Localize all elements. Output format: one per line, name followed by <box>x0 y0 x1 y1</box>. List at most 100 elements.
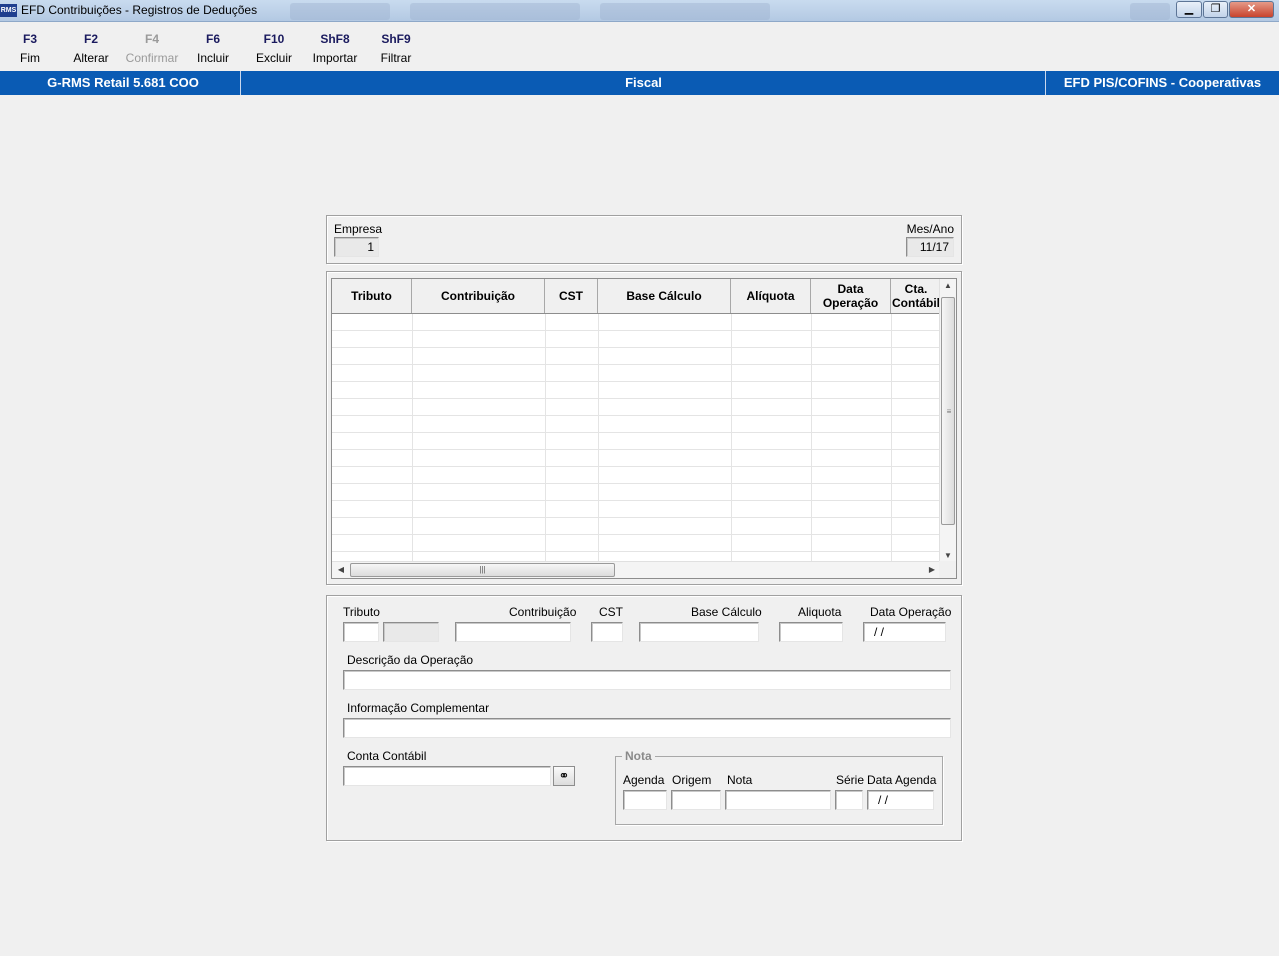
table-row[interactable] <box>332 501 941 518</box>
table-row[interactable] <box>332 467 941 484</box>
scroll-down-icon[interactable]: ▼ <box>940 551 956 560</box>
info-complementar-field[interactable] <box>343 718 951 738</box>
data-agenda-label: Data Agenda <box>867 773 937 787</box>
table-row[interactable] <box>332 433 941 450</box>
title-bar: RMS EFD Contribuições - Registros de Ded… <box>0 0 1279 22</box>
filtrar-button[interactable]: ShF9 Filtrar <box>365 30 427 66</box>
minimize-icon: ▁ <box>1184 3 1194 15</box>
column-header-contribuicao[interactable]: Contribuição <box>412 279 545 313</box>
column-divider <box>731 314 732 562</box>
table-header: Tributo Contribuição CST Base Cálculo Al… <box>332 279 941 314</box>
scroll-left-icon[interactable]: ◀ <box>333 565 349 574</box>
contribuicao-label: Contribuição <box>509 605 577 619</box>
close-icon: ✕ <box>1246 3 1257 15</box>
table-row[interactable] <box>332 331 941 348</box>
column-divider <box>545 314 546 562</box>
fkey-label: Alterar <box>73 51 109 65</box>
table-row[interactable] <box>332 535 941 552</box>
importar-button[interactable]: ShF8 Importar <box>304 30 366 66</box>
table-row[interactable] <box>332 382 941 399</box>
nota-groupbox: Nota Agenda Origem Nota Série Data Agend… <box>615 749 943 825</box>
data-agenda-field[interactable]: / / <box>867 790 934 810</box>
aliquota-field[interactable] <box>779 622 843 642</box>
restore-button[interactable]: ❐ <box>1203 1 1228 18</box>
deductions-table[interactable]: Tributo Contribuição CST Base Cálculo Al… <box>331 278 957 579</box>
cst-field[interactable] <box>591 622 623 642</box>
base-calculo-field[interactable] <box>639 622 759 642</box>
alterar-button[interactable]: F2 Alterar <box>60 30 122 66</box>
table-row[interactable] <box>332 348 941 365</box>
table-row[interactable] <box>332 399 941 416</box>
fkey-label: Importar <box>312 51 358 65</box>
table-row[interactable] <box>332 518 941 535</box>
program-name: EFD PIS/COFINS - Cooperativas <box>1063 75 1262 90</box>
mesano-field[interactable]: 11/17 <box>906 237 954 257</box>
empresa-label: Empresa <box>334 222 383 236</box>
conta-contabil-label: Conta Contábil <box>347 749 427 763</box>
fkey-code: ShF8 <box>320 32 350 46</box>
fkey-code: F6 <box>205 32 220 46</box>
fkey-label: Confirmar <box>125 51 179 65</box>
column-header-data-operacao[interactable]: Data Operação <box>811 279 891 313</box>
nota-group-title: Nota <box>622 749 655 763</box>
contribuicao-field[interactable] <box>455 622 571 642</box>
column-header-cta-contabil[interactable]: Cta. Contábil <box>891 279 941 313</box>
window-title: EFD Contribuições - Registros de Deduçõe… <box>21 3 258 17</box>
module-name: Fiscal <box>625 75 662 90</box>
serie-field[interactable] <box>835 790 863 810</box>
empresa-field[interactable]: 1 <box>334 237 379 257</box>
scroll-up-icon[interactable]: ▲ <box>940 281 956 290</box>
detail-panel: Tributo Contribuição CST Base Cálculo Al… <box>326 595 962 841</box>
nota-field[interactable] <box>725 790 831 810</box>
aliquota-label: Aliquota <box>798 605 842 619</box>
background-taskbar-tabs <box>270 3 1170 20</box>
system-version: G-RMS Retail 5.681 COO <box>47 75 199 90</box>
conta-search-button[interactable]: ⚭ <box>553 766 575 786</box>
fkey-code: F2 <box>83 32 98 46</box>
table-row[interactable] <box>332 484 941 501</box>
descricao-label: Descrição da Operação <box>347 653 474 667</box>
grid-panel: Tributo Contribuição CST Base Cálculo Al… <box>326 271 962 585</box>
conta-contabil-field[interactable] <box>343 766 551 786</box>
tributo-label: Tributo <box>343 605 380 619</box>
fkey-label: Incluir <box>196 51 229 65</box>
fkey-code: F10 <box>263 32 285 46</box>
fim-button[interactable]: F3 Fim <box>0 30 61 66</box>
column-header-base-calculo[interactable]: Base Cálculo <box>598 279 731 313</box>
agenda-field[interactable] <box>623 790 667 810</box>
minimize-button[interactable]: ▁ <box>1176 1 1202 18</box>
data-operacao-field[interactable]: / / <box>863 622 946 642</box>
info-complementar-label: Informação Complementar <box>347 701 490 715</box>
data-operacao-label: Data Operação <box>870 605 952 619</box>
serie-label: Série <box>836 773 865 787</box>
excluir-button[interactable]: F10 Excluir <box>243 30 305 66</box>
incluir-button[interactable]: F6 Incluir <box>182 30 244 66</box>
table-row[interactable] <box>332 450 941 467</box>
nota-label: Nota <box>727 773 753 787</box>
column-header-aliquota[interactable]: Alíquota <box>731 279 811 313</box>
fkey-label: Filtrar <box>380 51 412 65</box>
binoculars-icon: ⚭ <box>558 768 570 783</box>
status-bar: G-RMS Retail 5.681 COO Fiscal EFD PIS/CO… <box>0 71 1279 95</box>
column-divider <box>598 314 599 562</box>
table-row[interactable] <box>332 416 941 433</box>
header-panel: Empresa 1 Mes/Ano 11/17 <box>326 215 962 264</box>
origem-label: Origem <box>672 773 712 787</box>
table-row[interactable] <box>332 365 941 382</box>
vertical-scrollbar[interactable]: ▲ ≡ ▼ <box>939 279 956 562</box>
close-button[interactable]: ✕ <box>1229 1 1274 18</box>
column-header-tributo[interactable]: Tributo <box>332 279 412 313</box>
scroll-right-icon[interactable]: ▶ <box>924 565 940 574</box>
fkey-code: ShF9 <box>381 32 411 46</box>
column-header-cst[interactable]: CST <box>545 279 598 313</box>
confirmar-button[interactable]: F4 Confirmar <box>121 30 183 66</box>
table-row[interactable] <box>332 314 941 331</box>
horizontal-scroll-thumb[interactable]: ||| <box>350 563 615 577</box>
fkey-label: Excluir <box>255 51 292 65</box>
horizontal-scrollbar[interactable]: ◀ ||| ▶ <box>332 561 941 578</box>
tributo-code-field[interactable] <box>343 622 379 642</box>
base-calculo-label: Base Cálculo <box>691 605 762 619</box>
descricao-field[interactable] <box>343 670 951 690</box>
origem-field[interactable] <box>671 790 721 810</box>
app-logo-icon: RMS <box>0 4 17 17</box>
